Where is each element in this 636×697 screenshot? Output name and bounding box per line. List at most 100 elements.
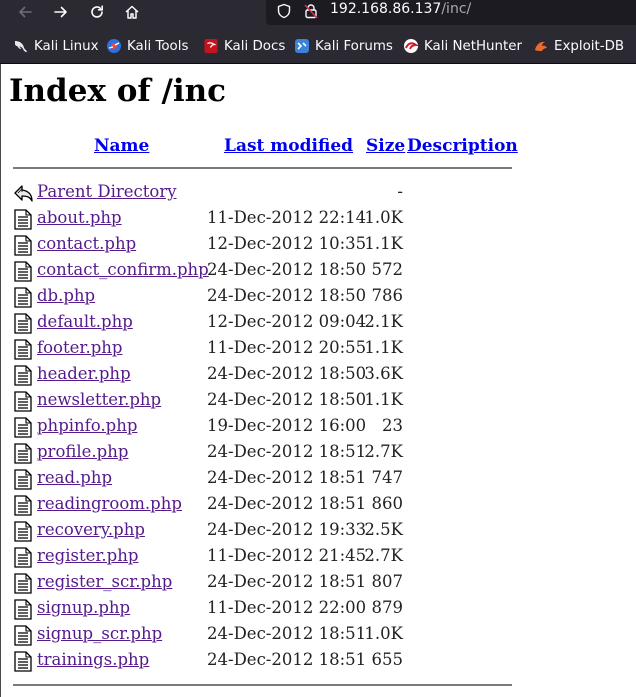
reload-icon (91, 5, 103, 18)
file-link[interactable]: header.php (37, 364, 131, 383)
file-size: 879 (371, 598, 404, 617)
file-link[interactable]: register.php (37, 546, 138, 565)
bookmark-kali-docs[interactable]: Kali Docs (203, 37, 285, 55)
text-file-icon (14, 495, 32, 516)
home-icon (125, 5, 139, 19)
file-row: db.php 24-Dec-2012 18:50 786 (1, 284, 636, 310)
bookmark-exploit-db[interactable]: Exploit-DB (533, 37, 624, 55)
file-size: 23 (382, 416, 403, 435)
file-link[interactable]: trainings.php (37, 650, 149, 669)
back-arrow-icon (14, 185, 33, 202)
text-file-icon (14, 339, 32, 360)
file-modified: 24-Dec-2012 18:51 (207, 494, 367, 513)
file-size: 807 (371, 572, 404, 591)
arrow-left-icon (19, 6, 32, 18)
insecure-lock-icon[interactable] (303, 3, 319, 19)
file-modified: 11-Dec-2012 22:00 (207, 598, 367, 617)
file-row: header.php 24-Dec-2012 18:50 3.6K (1, 362, 636, 388)
file-link[interactable]: contact_confirm.php (37, 260, 209, 279)
file-link[interactable]: phpinfo.php (37, 416, 137, 435)
text-file-icon (14, 365, 32, 386)
file-modified: 24-Dec-2012 18:51 (207, 650, 367, 669)
file-row: register_scr.php 24-Dec-2012 18:51 807 (1, 570, 636, 596)
reload-button[interactable] (85, 1, 109, 23)
file-modified: 24-Dec-2012 19:33 (207, 520, 367, 539)
forward-button[interactable] (49, 1, 73, 23)
file-row: register.php 11-Dec-2012 21:45 2.7K (1, 544, 636, 570)
file-link[interactable]: about.php (37, 208, 122, 227)
file-link[interactable]: recovery.php (37, 520, 145, 539)
kali-forums-icon (295, 39, 309, 53)
text-file-icon (14, 417, 32, 438)
text-file-icon (14, 209, 32, 230)
page-title: Index of /inc (9, 73, 227, 109)
file-link[interactable]: signup.php (37, 598, 130, 617)
file-modified: 24-Dec-2012 18:51 (207, 468, 367, 487)
file-size: 2.7K (364, 546, 403, 565)
parent-directory-link[interactable]: Parent Directory (37, 182, 177, 201)
file-size: 786 (371, 286, 404, 305)
file-row: about.php 11-Dec-2012 22:14 1.0K (1, 206, 636, 232)
text-file-icon (14, 469, 32, 490)
exploit-db-icon (535, 41, 547, 51)
bookmark-kali-nethunter[interactable]: Kali NetHunter (403, 37, 522, 55)
sort-by-name-link[interactable]: Name (94, 136, 149, 156)
file-link[interactable]: db.php (37, 286, 95, 305)
bookmark-kali-forums[interactable]: Kali Forums (294, 37, 393, 55)
browser-toolbar: 192.168.86.137/inc/ (0, 0, 636, 25)
file-modified: 24-Dec-2012 18:51 (207, 624, 367, 643)
file-modified: 11-Dec-2012 21:45 (207, 546, 367, 565)
nethunter-icon (404, 39, 419, 53)
file-link[interactable]: profile.php (37, 442, 128, 461)
bookmark-kali-linux[interactable]: Kali Linux (13, 37, 99, 55)
text-file-icon (14, 599, 32, 620)
parent-directory-row: Parent Directory - (1, 180, 636, 206)
sort-by-modified-link[interactable]: Last modified (224, 136, 353, 156)
file-row: contact.php 12-Dec-2012 10:35 1.1K (1, 232, 636, 258)
file-row: trainings.php 24-Dec-2012 18:51 655 (1, 648, 636, 674)
file-link[interactable]: footer.php (37, 338, 122, 357)
home-button[interactable] (120, 1, 144, 23)
file-modified: 24-Dec-2012 18:50 (207, 260, 367, 279)
footer-divider (13, 684, 512, 686)
kali-dragon-icon (15, 41, 27, 52)
file-size: 572 (371, 260, 404, 279)
file-row: phpinfo.php 19-Dec-2012 16:00 23 (1, 414, 636, 440)
text-file-icon (14, 313, 32, 334)
shield-icon[interactable] (276, 3, 292, 19)
file-modified: 19-Dec-2012 16:00 (207, 416, 367, 435)
url-text[interactable]: 192.168.86.137/inc/ (330, 1, 471, 17)
url-bar[interactable]: 192.168.86.137/inc/ (266, 0, 636, 25)
file-size: 3.6K (364, 364, 403, 383)
file-modified: 24-Dec-2012 18:51 (207, 442, 367, 461)
file-link[interactable]: newsletter.php (37, 390, 161, 409)
file-row: readingroom.php 24-Dec-2012 18:51 860 (1, 492, 636, 518)
bookmark-label: Kali Docs (224, 38, 286, 54)
file-size: 2.7K (364, 442, 403, 461)
file-modified: 12-Dec-2012 09:04 (207, 312, 367, 331)
sort-by-description-link[interactable]: Description (407, 136, 518, 156)
file-row: contact_confirm.php 24-Dec-2012 18:50 572 (1, 258, 636, 284)
page-content: Index of /inc Name Last modified Size De… (0, 64, 636, 697)
file-link[interactable]: register_scr.php (37, 572, 172, 591)
arrow-right-icon (54, 6, 67, 18)
file-row: footer.php 11-Dec-2012 20:55 1.1K (1, 336, 636, 362)
file-size: 1.1K (364, 390, 403, 409)
file-link[interactable]: default.php (37, 312, 133, 331)
kali-docs-icon (204, 39, 218, 53)
text-file-icon (14, 625, 32, 646)
file-size: 655 (371, 650, 404, 669)
text-file-icon (14, 391, 32, 412)
back-button[interactable] (13, 1, 37, 23)
file-link[interactable]: signup_scr.php (37, 624, 162, 643)
file-link[interactable]: contact.php (37, 234, 136, 253)
file-row: profile.php 24-Dec-2012 18:51 2.7K (1, 440, 636, 466)
file-size: 2.5K (364, 520, 403, 539)
file-link[interactable]: readingroom.php (37, 494, 182, 513)
text-file-icon (14, 235, 32, 256)
file-link[interactable]: read.php (37, 468, 112, 487)
file-modified: 24-Dec-2012 18:50 (207, 286, 367, 305)
text-file-icon (14, 287, 32, 308)
sort-by-size-link[interactable]: Size (366, 136, 405, 156)
bookmark-kali-tools[interactable]: Kali Tools (106, 37, 188, 55)
